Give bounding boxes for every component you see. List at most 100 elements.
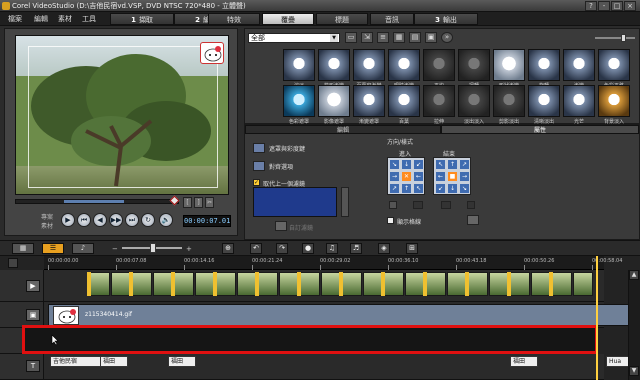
video-clip-frame[interactable] — [132, 272, 152, 296]
effect-thumbnail[interactable] — [353, 85, 385, 117]
menu-file[interactable]: 檔案 — [8, 14, 22, 24]
timeline-ruler[interactable]: 00:00:00.00 00:00:07.08 00:00:14.16 00:00:2… — [44, 256, 622, 270]
video-clip-frame[interactable] — [258, 272, 278, 296]
scroll-up-icon[interactable]: ▲ — [629, 270, 639, 280]
video-clip-frame[interactable] — [489, 272, 509, 296]
mixer-icon[interactable]: ♫ — [326, 243, 338, 254]
minimize-button[interactable]: - — [598, 1, 610, 11]
effect-thumbnail[interactable] — [423, 49, 455, 81]
grid-settings-icon[interactable] — [467, 215, 479, 225]
folder-icon[interactable]: ▭ — [345, 32, 357, 43]
effect-thumbnail[interactable] — [563, 85, 595, 117]
timeline-vertical-scrollbar[interactable]: ▲ ▼ — [628, 270, 640, 380]
storyboard-view-button[interactable]: ▦ — [12, 243, 34, 254]
step-tab-share[interactable]: 3 輸出 — [414, 13, 478, 25]
replace-last-filter-checkbox[interactable]: ✓ — [253, 179, 260, 186]
cut-clip-button[interactable]: ✂ — [205, 197, 214, 208]
video-track-icon[interactable]: ▶ — [26, 280, 40, 292]
effect-thumbnail[interactable] — [493, 49, 525, 81]
effect-thumbnail[interactable] — [388, 85, 420, 117]
transition-marker[interactable] — [213, 272, 217, 296]
repeat-button[interactable]: ↻ — [141, 213, 155, 227]
audio-view-button[interactable]: ♪ — [72, 243, 94, 254]
effect-thumbnail[interactable] — [388, 49, 420, 81]
video-clip-frame[interactable] — [90, 272, 110, 296]
maximize-button[interactable]: □ — [611, 1, 623, 11]
mark-in-button[interactable]: [ — [183, 197, 192, 208]
title-clip[interactable]: 福田 — [510, 356, 538, 367]
video-clip-frame[interactable] — [321, 272, 341, 296]
insert-media-icon[interactable]: ⊕ — [222, 243, 234, 254]
sort-icon[interactable]: ≡ — [377, 32, 389, 43]
mark-out-button[interactable]: ] — [194, 197, 203, 208]
video-clip-frame[interactable] — [573, 272, 593, 296]
playhead[interactable] — [596, 256, 598, 380]
view-icon[interactable]: ▦ — [393, 32, 405, 43]
project-mode-label[interactable]: 專案 — [41, 212, 53, 221]
transition-marker[interactable] — [129, 272, 133, 296]
track-manager-icon[interactable]: ⊞ — [406, 243, 418, 254]
clip-mode-label[interactable]: 素材 — [41, 221, 53, 230]
play-button[interactable]: ▶ — [61, 213, 75, 227]
show-grid-checkbox[interactable] — [387, 217, 394, 224]
menu-edit[interactable]: 編輯 — [34, 14, 48, 24]
effect-thumbnail[interactable] — [458, 49, 490, 81]
record-icon[interactable]: ● — [302, 243, 314, 254]
title-clip[interactable]: 福田 — [168, 356, 196, 367]
zoom-in-icon[interactable]: + — [186, 245, 192, 253]
align-options-icon[interactable] — [253, 161, 265, 171]
next-frame-button[interactable]: ▶▶ — [109, 213, 123, 227]
expand-icon[interactable]: » — [441, 32, 453, 43]
title-track[interactable]: 吉他民宿 福田 福田 福田 Hua — [44, 354, 632, 380]
redo-icon[interactable]: ↷ — [276, 243, 288, 254]
filter-list-box[interactable] — [253, 187, 337, 217]
video-clip-frame[interactable] — [405, 272, 425, 296]
preview-screen[interactable] — [15, 35, 229, 195]
effect-thumbnail[interactable] — [318, 85, 350, 117]
hello-kitty-overlay[interactable] — [200, 42, 224, 64]
overlay-track-icon[interactable]: ▣ — [26, 309, 40, 321]
video-clip-frame[interactable] — [510, 272, 530, 296]
pause-icon[interactable] — [389, 201, 397, 209]
close-button[interactable]: × — [624, 1, 636, 11]
transition-marker[interactable] — [423, 272, 427, 296]
zoom-slider-knob[interactable] — [150, 243, 156, 253]
undo-icon[interactable]: ↶ — [250, 243, 262, 254]
image-icon[interactable]: ▣ — [425, 32, 437, 43]
effect-thumbnail[interactable] — [528, 49, 560, 81]
step-tab-effect[interactable]: 特效 — [208, 13, 260, 25]
video-clip-frame[interactable] — [342, 272, 362, 296]
zoom-out-icon[interactable]: − — [112, 245, 118, 253]
video-clip-frame[interactable] — [384, 272, 404, 296]
effect-thumbnail[interactable] — [528, 85, 560, 117]
video-clip-frame[interactable] — [447, 272, 467, 296]
title-track-icon[interactable]: T — [26, 360, 40, 372]
effect-thumbnail[interactable] — [423, 85, 455, 117]
transition-marker[interactable] — [171, 272, 175, 296]
mask-chroma-icon[interactable] — [253, 143, 265, 153]
transition-marker[interactable] — [339, 272, 343, 296]
video-clip-frame[interactable] — [363, 272, 383, 296]
transition-marker[interactable] — [255, 272, 259, 296]
menu-clip[interactable]: 素材 — [58, 14, 72, 24]
video-track[interactable] — [44, 270, 604, 302]
help-button[interactable]: ? — [585, 1, 597, 11]
import-icon[interactable]: ⇲ — [361, 32, 373, 43]
enter-direction-grid[interactable]: ↘ ↓ ↙ → ✕ ← ↗ ↑ ↖ — [387, 157, 425, 195]
video-clip-frame[interactable] — [468, 272, 488, 296]
align-options-label[interactable]: 對齊選項 — [269, 162, 293, 171]
video-clip-frame[interactable] — [153, 272, 173, 296]
transition-marker[interactable] — [465, 272, 469, 296]
mask-chroma-label[interactable]: 遮罩與彩度鍵 — [269, 144, 305, 153]
selected-overlay-track-2[interactable] — [22, 325, 598, 354]
signal-icon[interactable] — [467, 201, 475, 209]
effect-thumbnail[interactable] — [283, 85, 315, 117]
video-clip-frame[interactable] — [174, 272, 194, 296]
step-tab-overlay[interactable]: 覆疊 — [262, 13, 314, 25]
step-tab-capture[interactable]: 1 擷取 — [110, 13, 174, 25]
film-icon[interactable]: ▤ — [409, 32, 421, 43]
transition-marker[interactable] — [549, 272, 553, 296]
effect-thumbnail[interactable] — [598, 85, 630, 117]
transition-marker[interactable] — [87, 272, 91, 296]
video-clip-frame[interactable] — [552, 272, 572, 296]
